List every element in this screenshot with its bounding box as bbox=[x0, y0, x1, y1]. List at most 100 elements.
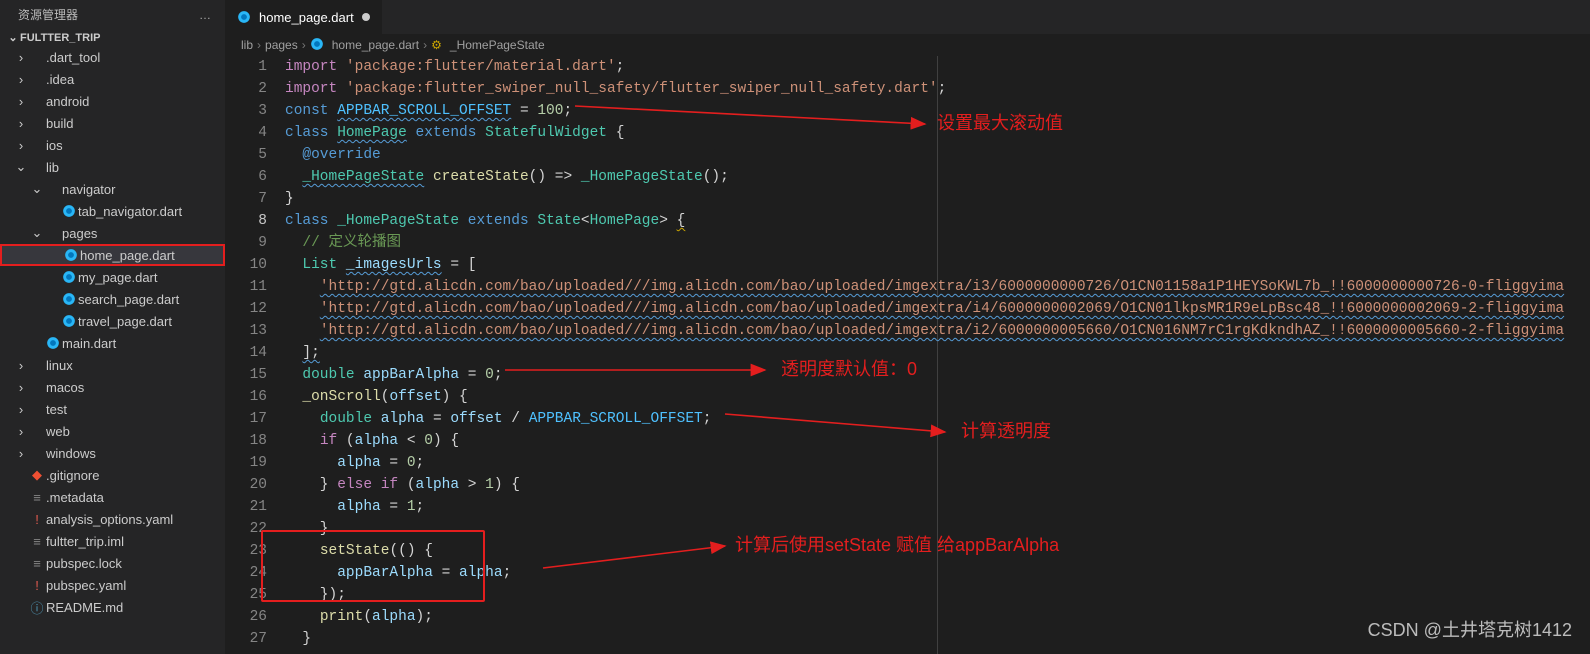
chevron-icon bbox=[30, 225, 44, 241]
chevron-icon bbox=[14, 72, 28, 87]
folder-ios[interactable]: ios bbox=[0, 134, 225, 156]
file-search-page-dart[interactable]: search_page.dart bbox=[0, 288, 225, 310]
tree-item-label: analysis_options.yaml bbox=[46, 512, 173, 527]
tree-item-label: .gitignore bbox=[46, 468, 99, 483]
tree-item-label: android bbox=[46, 94, 89, 109]
tree-item-label: search_page.dart bbox=[78, 292, 179, 307]
folder-linux[interactable]: linux bbox=[0, 354, 225, 376]
tree-item-label: pages bbox=[62, 226, 97, 241]
code-line-13[interactable]: 'http://gtd.alicdn.com/bao/uploaded///im… bbox=[285, 320, 1590, 342]
crumb-2[interactable]: home_page.dart bbox=[332, 38, 419, 52]
tree-item-label: .metadata bbox=[46, 490, 104, 505]
dart-icon bbox=[60, 270, 78, 284]
annotation-3: 计算透明度 bbox=[961, 420, 1051, 442]
folder--dart-tool[interactable]: .dart_tool bbox=[0, 46, 225, 68]
folder-macos[interactable]: macos bbox=[0, 376, 225, 398]
code-line-10[interactable]: List _imagesUrls = [ bbox=[285, 254, 1590, 276]
code-line-7[interactable]: } bbox=[285, 188, 1590, 210]
crumb-1[interactable]: pages bbox=[265, 38, 298, 52]
folder-build[interactable]: build bbox=[0, 112, 225, 134]
tabs-bar: home_page.dart bbox=[225, 0, 1590, 34]
folder--idea[interactable]: .idea bbox=[0, 68, 225, 90]
tab-label: home_page.dart bbox=[259, 10, 354, 25]
file-main-dart[interactable]: main.dart bbox=[0, 332, 225, 354]
folder-navigator[interactable]: navigator bbox=[0, 178, 225, 200]
tree-item-label: tab_navigator.dart bbox=[78, 204, 182, 219]
tree-item-label: lib bbox=[46, 160, 59, 175]
code-line-5[interactable]: @override bbox=[285, 144, 1590, 166]
code-line-15[interactable]: double appBarAlpha = 0; bbox=[285, 364, 1590, 386]
code-line-17[interactable]: double alpha = offset / APPBAR_SCROLL_OF… bbox=[285, 408, 1590, 430]
editor-area: home_page.dart lib›pages›home_page.dart›… bbox=[225, 0, 1590, 654]
tab-home-page[interactable]: home_page.dart bbox=[225, 0, 383, 34]
git-icon: ◆ bbox=[28, 467, 46, 483]
more-icon[interactable]: … bbox=[199, 8, 213, 22]
crumb-3[interactable]: _HomePageState bbox=[450, 38, 545, 52]
file-travel-page-dart[interactable]: travel_page.dart bbox=[0, 310, 225, 332]
code-line-14[interactable]: ]; bbox=[285, 342, 1590, 364]
folder-android[interactable]: android bbox=[0, 90, 225, 112]
folder-web[interactable]: web bbox=[0, 420, 225, 442]
md-icon: ⓘ bbox=[28, 598, 46, 617]
code-line-11[interactable]: 'http://gtd.alicdn.com/bao/uploaded///im… bbox=[285, 276, 1590, 298]
chevron-icon bbox=[14, 402, 28, 417]
file--gitignore[interactable]: ◆.gitignore bbox=[0, 464, 225, 486]
code-line-19[interactable]: alpha = 0; bbox=[285, 452, 1590, 474]
code-line-20[interactable]: } else if (alpha > 1) { bbox=[285, 474, 1590, 496]
yaml-icon: ! bbox=[28, 512, 46, 527]
code-line-6[interactable]: _HomePageState createState() => _HomePag… bbox=[285, 166, 1590, 188]
chevron-icon bbox=[14, 50, 28, 65]
dart-icon bbox=[62, 248, 80, 262]
file-my-page-dart[interactable]: my_page.dart bbox=[0, 266, 225, 288]
dart-icon bbox=[60, 204, 78, 218]
code-line-9[interactable]: // 定义轮播图 bbox=[285, 232, 1590, 254]
tree-item-label: my_page.dart bbox=[78, 270, 158, 285]
code-line-16[interactable]: _onScroll(offset) { bbox=[285, 386, 1590, 408]
file-tab-navigator-dart[interactable]: tab_navigator.dart bbox=[0, 200, 225, 222]
tree-item-label: fultter_trip.iml bbox=[46, 534, 124, 549]
file--metadata[interactable]: ≡.metadata bbox=[0, 486, 225, 508]
file-pubspec-yaml[interactable]: !pubspec.yaml bbox=[0, 574, 225, 596]
explorer-sidebar: 资源管理器 … ⌄ FULTTER_TRIP .dart_tool.ideaan… bbox=[0, 0, 225, 654]
dart-icon bbox=[310, 37, 324, 54]
code-line-8[interactable]: class _HomePageState extends State<HomeP… bbox=[285, 210, 1590, 232]
folder-lib[interactable]: lib bbox=[0, 156, 225, 178]
tree-item-label: test bbox=[46, 402, 67, 417]
code-line-18[interactable]: if (alpha < 0) { bbox=[285, 430, 1590, 452]
folder-windows[interactable]: windows bbox=[0, 442, 225, 464]
yaml-icon: ! bbox=[28, 578, 46, 593]
chevron-icon bbox=[14, 138, 28, 153]
chevron-icon bbox=[14, 94, 28, 109]
breadcrumb[interactable]: lib›pages›home_page.dart›⚙_HomePageState bbox=[225, 34, 1590, 56]
chevron-icon bbox=[14, 446, 28, 461]
crumb-0[interactable]: lib bbox=[241, 38, 253, 52]
file-analysis-options-yaml[interactable]: !analysis_options.yaml bbox=[0, 508, 225, 530]
tree-item-label: linux bbox=[46, 358, 73, 373]
project-root[interactable]: ⌄ FULTTER_TRIP bbox=[0, 29, 225, 46]
code-line-12[interactable]: 'http://gtd.alicdn.com/bao/uploaded///im… bbox=[285, 298, 1590, 320]
file-fultter-trip-iml[interactable]: ≡fultter_trip.iml bbox=[0, 530, 225, 552]
chevron-icon bbox=[14, 159, 28, 175]
folder-pages[interactable]: pages bbox=[0, 222, 225, 244]
tree-item-label: .dart_tool bbox=[46, 50, 100, 65]
tree-item-label: macos bbox=[46, 380, 84, 395]
code-editor[interactable]: 1234567891011121314151617181920212223242… bbox=[225, 56, 1590, 654]
file-pubspec-lock[interactable]: ≡pubspec.lock bbox=[0, 552, 225, 574]
code-line-1[interactable]: import 'package:flutter/material.dart'; bbox=[285, 56, 1590, 78]
file-home-page-dart[interactable]: home_page.dart bbox=[0, 244, 225, 266]
tree-item-label: .idea bbox=[46, 72, 74, 87]
code-line-2[interactable]: import 'package:flutter_swiper_null_safe… bbox=[285, 78, 1590, 100]
code-line-21[interactable]: alpha = 1; bbox=[285, 496, 1590, 518]
tree-item-label: pubspec.lock bbox=[46, 556, 122, 571]
modified-icon bbox=[362, 13, 370, 21]
chevron-icon bbox=[14, 116, 28, 131]
annotation-1: 设置最大滚动值 bbox=[937, 112, 1063, 134]
meta-icon: ≡ bbox=[28, 556, 46, 571]
chevron-icon bbox=[14, 424, 28, 439]
chevron-icon bbox=[14, 358, 28, 373]
watermark: CSDN @土井塔克树1412 bbox=[1368, 616, 1572, 642]
tree-item-label: README.md bbox=[46, 600, 123, 615]
file-readme-md[interactable]: ⓘREADME.md bbox=[0, 596, 225, 618]
tree-item-label: travel_page.dart bbox=[78, 314, 172, 329]
folder-test[interactable]: test bbox=[0, 398, 225, 420]
